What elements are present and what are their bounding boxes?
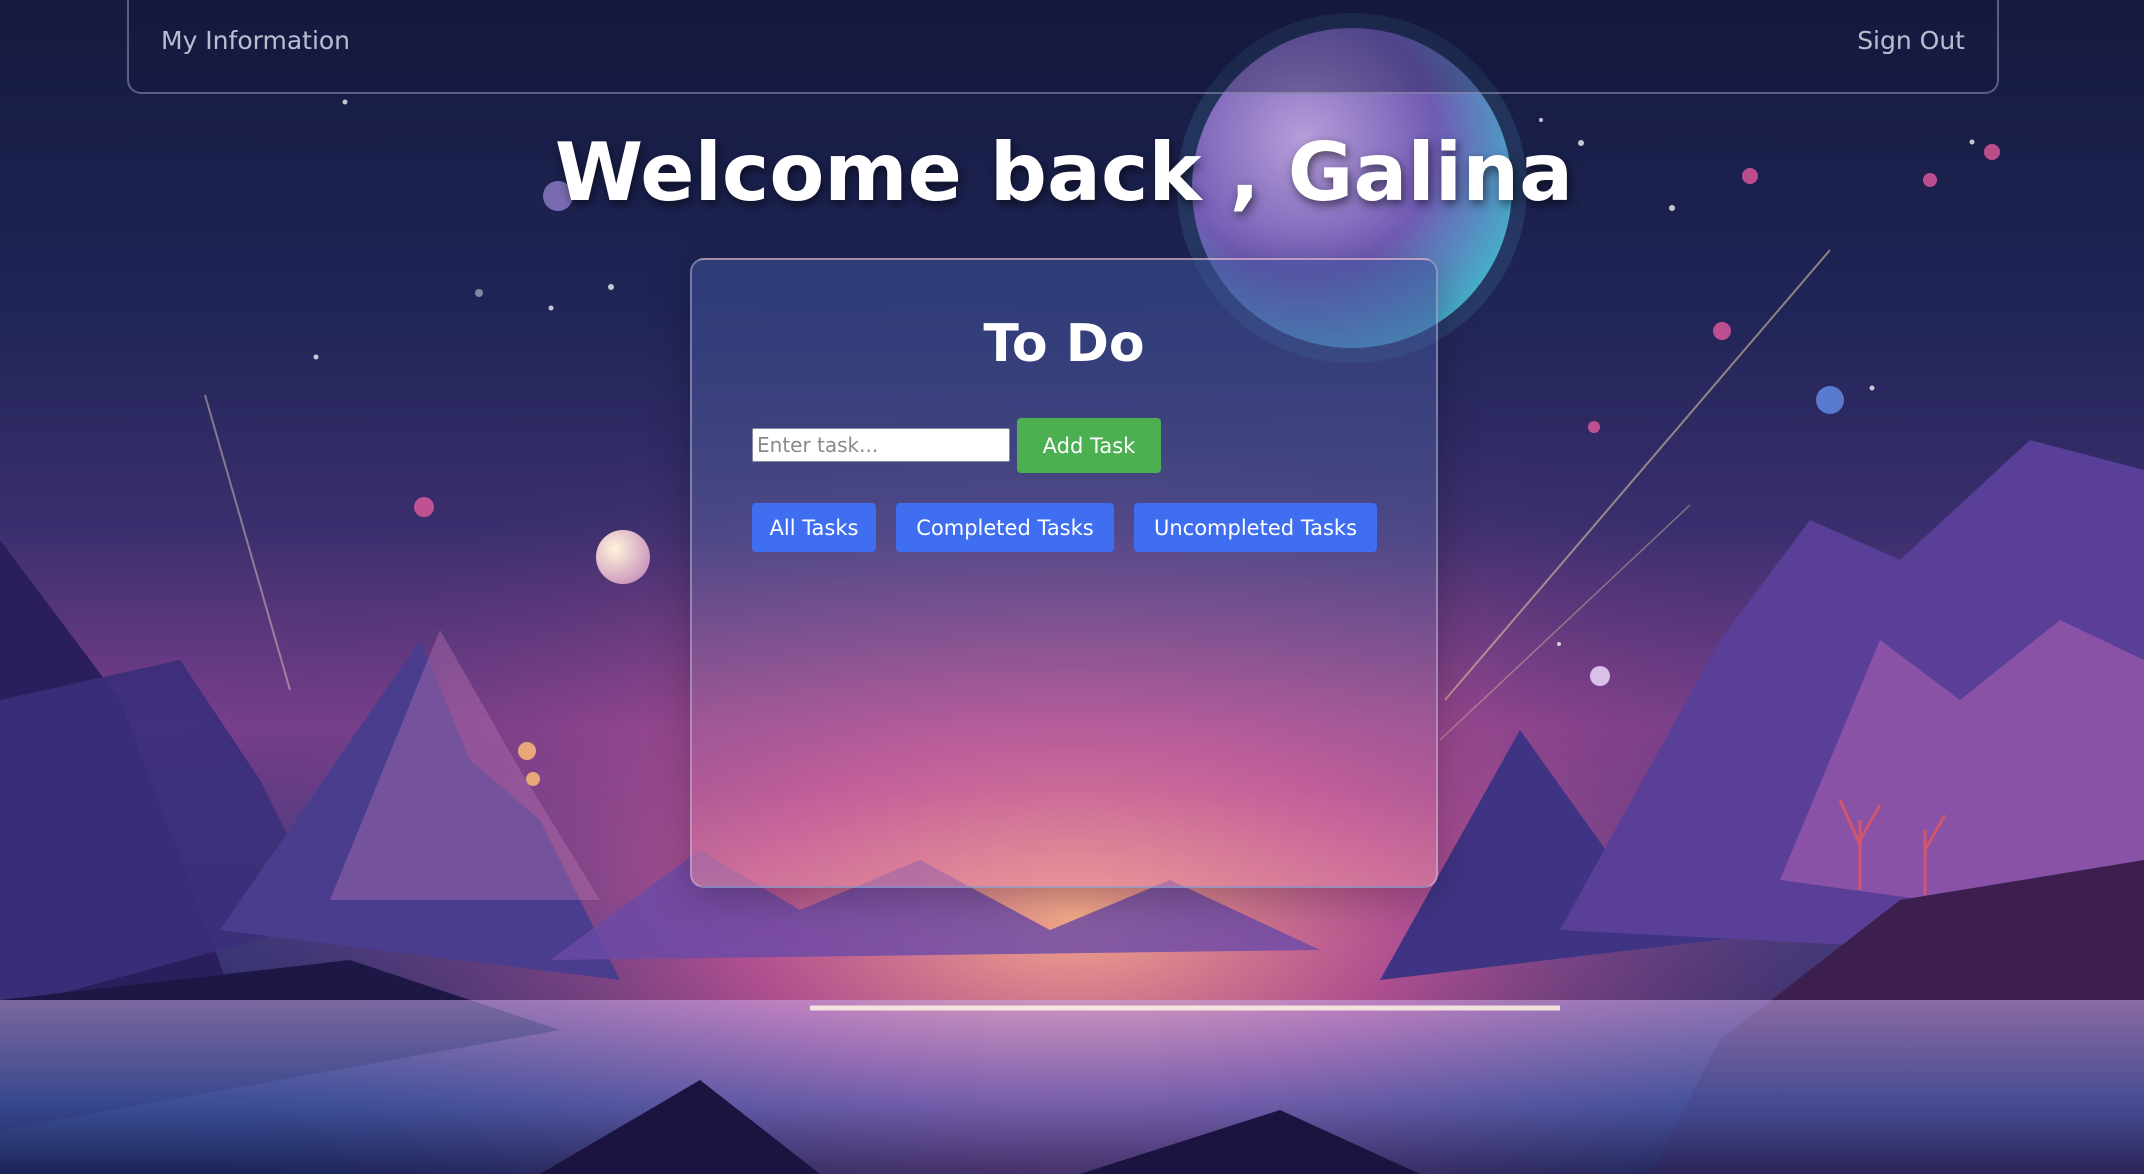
page: My Information Sign Out Welcome back , G… bbox=[0, 0, 2144, 1174]
filter-all-tasks-button[interactable]: All Tasks bbox=[752, 503, 876, 552]
filter-completed-tasks-button[interactable]: Completed Tasks bbox=[896, 503, 1114, 552]
filter-uncompleted-tasks-button[interactable]: Uncompleted Tasks bbox=[1134, 503, 1377, 552]
todo-card: To Do Add Task All Tasks Completed Tasks… bbox=[690, 258, 1438, 888]
my-information-link[interactable]: My Information bbox=[161, 26, 350, 55]
task-list bbox=[752, 572, 1378, 852]
top-navbar: My Information Sign Out bbox=[127, 0, 1999, 94]
todo-title: To Do bbox=[983, 314, 1145, 374]
welcome-heading: Welcome back , Galina bbox=[554, 126, 1574, 219]
task-input[interactable] bbox=[752, 428, 1010, 462]
sign-out-link[interactable]: Sign Out bbox=[1857, 26, 1965, 55]
add-task-button[interactable]: Add Task bbox=[1017, 418, 1161, 473]
